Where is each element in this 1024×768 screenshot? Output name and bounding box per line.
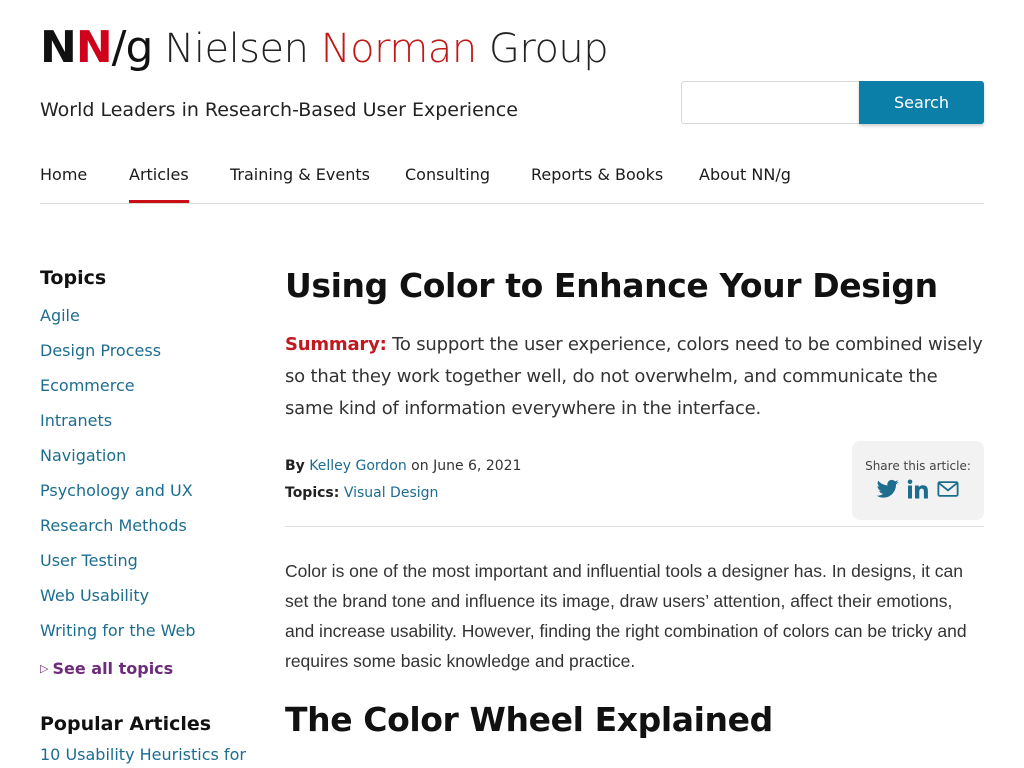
topic-link-writing-web[interactable]: Writing for the Web — [40, 618, 260, 653]
topic-list: Agile Design Process Ecommerce Intranets… — [40, 303, 260, 653]
logo-mark-n1: N — [40, 22, 77, 73]
article-meta: By Kelley Gordon on June 6, 2021 Topics:… — [285, 441, 984, 523]
article-divider — [285, 526, 984, 527]
nav-item-training-events[interactable]: Training & Events — [230, 162, 370, 203]
site-tagline: World Leaders in Research-Based User Exp… — [40, 99, 518, 121]
topics-heading: Topics — [40, 267, 107, 289]
summary-label: Summary: — [285, 334, 387, 355]
search-input[interactable] — [681, 81, 859, 124]
article-title: Using Color to Enhance Your Design — [285, 266, 938, 305]
share-box: Share this article: — [852, 441, 984, 520]
logo-word-group: Group — [476, 26, 609, 72]
site-logo[interactable]: NN/g Nielsen Norman Group — [40, 22, 609, 73]
linkedin-icon[interactable] — [907, 479, 929, 499]
see-all-topics-link[interactable]: ▷ See all topics — [40, 653, 260, 683]
topics-label: Topics: — [285, 485, 340, 501]
see-all-topics-label: See all topics — [52, 658, 174, 678]
publish-date: on June 6, 2021 — [406, 458, 522, 474]
topic-link-agile[interactable]: Agile — [40, 303, 260, 338]
nav-item-about[interactable]: About NN/g — [699, 162, 791, 203]
popular-article-link[interactable]: 10 Usability Heuristics for — [40, 745, 260, 764]
nav-item-home[interactable]: Home — [40, 162, 87, 203]
nav-item-reports-books[interactable]: Reports & Books — [531, 162, 663, 203]
nav-item-articles[interactable]: Articles — [129, 162, 189, 203]
sidebar: Topics Agile Design Process Ecommerce In… — [40, 266, 260, 764]
topic-link-psychology-ux[interactable]: Psychology and UX — [40, 478, 260, 513]
search-button[interactable]: Search — [859, 81, 984, 124]
article: Using Color to Enhance Your Design Summa… — [285, 266, 984, 766]
twitter-icon[interactable] — [877, 479, 899, 499]
main-nav: Home Articles Training & Events Consulti… — [40, 162, 984, 204]
nav-item-consulting[interactable]: Consulting — [405, 162, 490, 203]
email-icon[interactable] — [937, 479, 959, 499]
popular-articles-heading: Popular Articles — [40, 713, 212, 735]
logo-mark-slash: / — [111, 22, 127, 73]
topic-link-visual-design[interactable]: Visual Design — [344, 485, 439, 501]
topic-link-design-process[interactable]: Design Process — [40, 338, 260, 373]
search-form: Search — [681, 81, 984, 124]
by-label: By — [285, 458, 305, 474]
logo-word-nielsen: Nielsen — [164, 26, 321, 72]
triangle-right-icon: ▷ — [40, 661, 49, 675]
share-icons — [852, 479, 984, 499]
logo-word-norman: Norman — [320, 26, 477, 72]
author-link[interactable]: Kelley Gordon — [309, 458, 406, 474]
topic-link-navigation[interactable]: Navigation — [40, 443, 260, 478]
summary-text: To support the user experience, colors n… — [285, 334, 983, 419]
article-body-paragraph: Color is one of the most important and i… — [285, 561, 967, 671]
topic-link-user-testing[interactable]: User Testing — [40, 548, 260, 583]
topic-link-web-usability[interactable]: Web Usability — [40, 583, 260, 618]
nng-logo-mark: NN/g — [40, 22, 153, 73]
topic-link-ecommerce[interactable]: Ecommerce — [40, 373, 260, 408]
logo-mark-n2: N — [75, 22, 113, 73]
article-summary: Summary: To support the user experience,… — [285, 329, 984, 425]
topic-link-intranets[interactable]: Intranets — [40, 408, 260, 443]
section-heading: The Color Wheel Explained — [285, 700, 773, 739]
logo-wordmark: Nielsen Norman Group — [164, 26, 608, 72]
topic-link-research-methods[interactable]: Research Methods — [40, 513, 260, 548]
share-label: Share this article: — [865, 459, 971, 473]
logo-mark-g: g — [125, 22, 153, 73]
